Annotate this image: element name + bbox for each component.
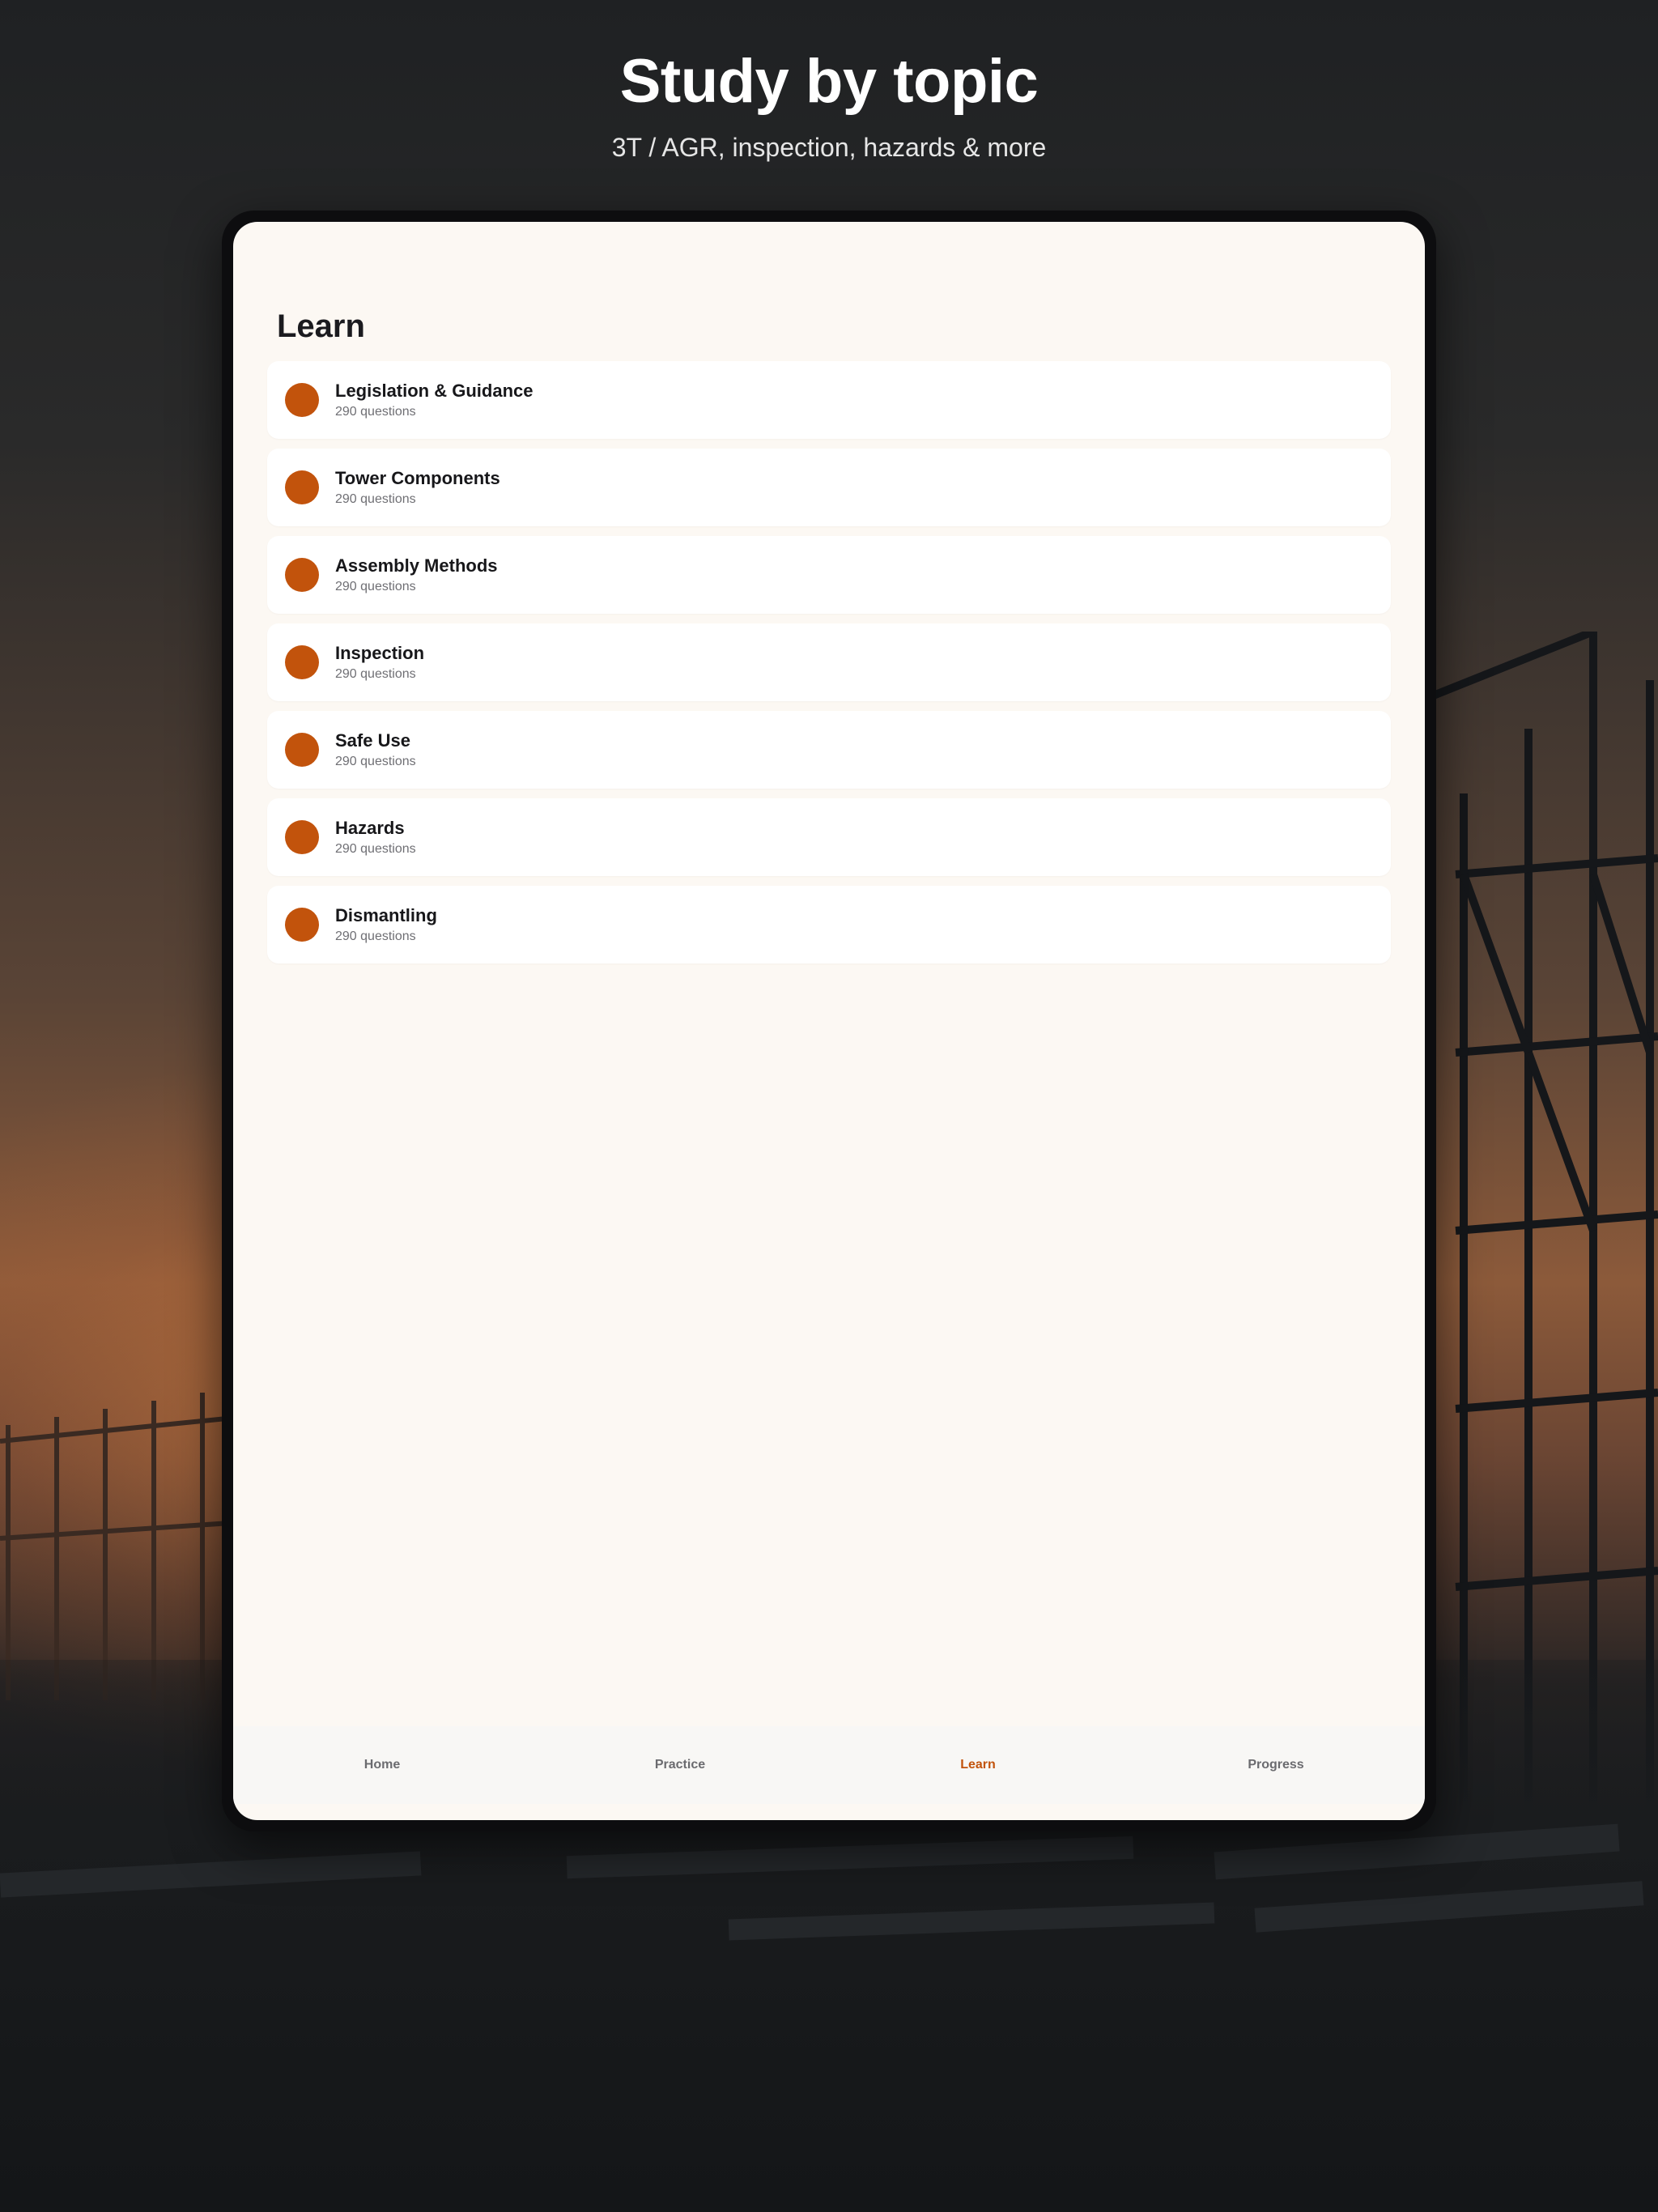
hero-subtitle: 3T / AGR, inspection, hazards & more <box>611 133 1047 162</box>
topic-text: Hazards 290 questions <box>335 817 416 858</box>
topic-item-dismantling[interactable]: Dismantling 290 questions <box>267 886 1391 963</box>
topic-name: Hazards <box>335 817 405 838</box>
topic-item-tower-components[interactable]: Tower Components 290 questions <box>267 449 1391 526</box>
tab-learn[interactable]: Learn <box>829 1726 1127 1804</box>
topic-dot-icon <box>285 470 319 504</box>
topic-question-count: 290 questions <box>335 666 416 681</box>
topic-text: Tower Components 290 questions <box>335 467 500 508</box>
topic-item-safe-use[interactable]: Safe Use 290 questions <box>267 711 1391 789</box>
topic-dot-icon <box>285 733 319 767</box>
topic-item-assembly-methods[interactable]: Assembly Methods 290 questions <box>267 536 1391 614</box>
hero-title: Study by topic <box>619 47 1039 116</box>
tab-home[interactable]: Home <box>233 1726 531 1804</box>
tablet-frame: Learn Legislation & Guidance 290 questio… <box>222 211 1436 1831</box>
topic-question-count: 290 questions <box>335 754 416 768</box>
topic-item-legislation[interactable]: Legislation & Guidance 290 questions <box>267 361 1391 439</box>
topic-name: Inspection <box>335 642 425 663</box>
app-screen: Learn Legislation & Guidance 290 questio… <box>233 222 1425 1820</box>
topic-text: Safe Use 290 questions <box>335 730 416 771</box>
topic-question-count: 290 questions <box>335 929 416 943</box>
topic-question-count: 290 questions <box>335 841 416 856</box>
tab-practice[interactable]: Practice <box>531 1726 829 1804</box>
topic-text: Assembly Methods 290 questions <box>335 555 498 596</box>
topic-dot-icon <box>285 908 319 942</box>
topic-question-count: 290 questions <box>335 579 416 593</box>
topic-question-count: 290 questions <box>335 404 416 419</box>
tab-progress[interactable]: Progress <box>1127 1726 1425 1804</box>
topic-name: Tower Components <box>335 467 500 488</box>
topic-item-hazards[interactable]: Hazards 290 questions <box>267 798 1391 876</box>
topic-dot-icon <box>285 645 319 679</box>
topic-name: Dismantling <box>335 904 437 925</box>
pipes-silhouette <box>0 1814 1658 2024</box>
topic-question-count: 290 questions <box>335 491 416 506</box>
topic-name: Legislation & Guidance <box>335 380 534 401</box>
hero-header: Study by topic 3T / AGR, inspection, haz… <box>0 45 1658 164</box>
topic-item-inspection[interactable]: Inspection 290 questions <box>267 623 1391 701</box>
topic-dot-icon <box>285 383 319 417</box>
topic-dot-icon <box>285 820 319 854</box>
topic-dot-icon <box>285 558 319 592</box>
bottom-tab-bar: Home Practice Learn Progress <box>233 1726 1425 1804</box>
fence-silhouette <box>0 1376 243 1700</box>
topic-name: Assembly Methods <box>335 555 498 576</box>
topic-list: Legislation & Guidance 290 questions Tow… <box>267 361 1391 973</box>
topic-text: Legislation & Guidance 290 questions <box>335 380 533 421</box>
page-title: Learn <box>277 308 365 344</box>
topic-name: Safe Use <box>335 730 410 751</box>
topic-text: Inspection 290 questions <box>335 642 424 683</box>
topic-text: Dismantling 290 questions <box>335 904 437 946</box>
